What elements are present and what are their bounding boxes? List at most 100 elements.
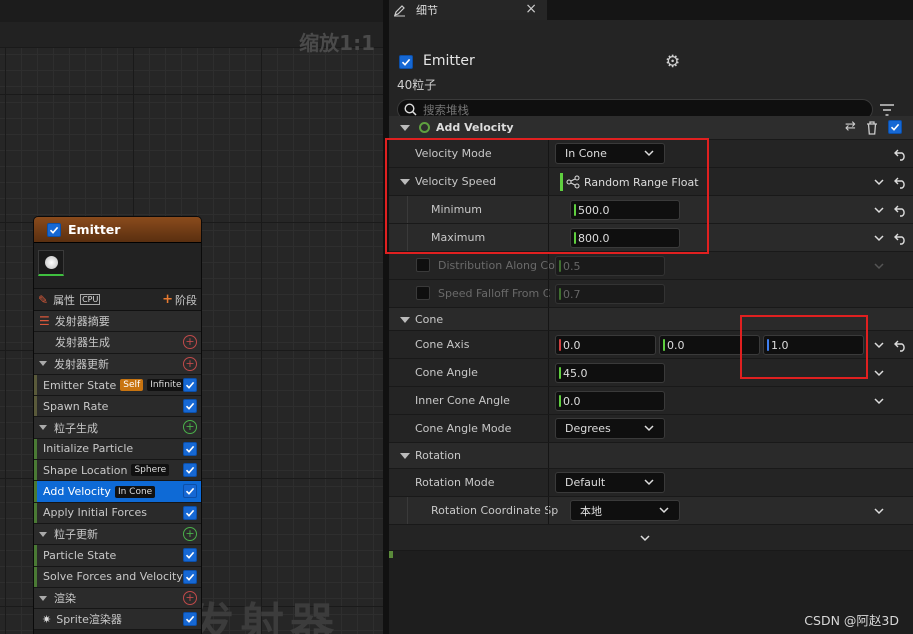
search-input[interactable]: [423, 102, 823, 117]
module-enable-checkbox[interactable]: [183, 377, 197, 392]
column-divider[interactable]: [548, 224, 549, 251]
module-enabled-checkbox[interactable]: [888, 120, 902, 134]
column-divider[interactable]: [548, 168, 549, 195]
chevron-down-icon[interactable]: [873, 232, 885, 244]
cone-axis-z-input[interactable]: 1.0: [763, 335, 864, 355]
column-divider[interactable]: [548, 387, 549, 414]
column-divider[interactable]: [548, 331, 549, 358]
collapse-arrow-icon[interactable]: [400, 179, 410, 185]
column-divider[interactable]: [548, 140, 549, 167]
column-divider[interactable]: [548, 359, 549, 386]
add-stage-plus-icon[interactable]: +: [162, 292, 173, 307]
category-cone[interactable]: Cone: [389, 308, 913, 331]
module-initialize-particle[interactable]: Initialize Particle: [34, 438, 201, 461]
module-enable-checkbox[interactable]: [183, 441, 197, 456]
gear-icon[interactable]: ⚙: [665, 52, 680, 72]
column-divider[interactable]: [548, 308, 549, 330]
column-divider[interactable]: [548, 196, 549, 223]
emitter-enable-checkbox[interactable]: [47, 222, 61, 237]
collapse-arrow-icon[interactable]: [400, 125, 410, 131]
stage-label[interactable]: 阶段: [175, 292, 197, 308]
chevron-down-icon[interactable]: [873, 505, 885, 517]
module-apply-initial-forces[interactable]: Apply Initial Forces: [34, 502, 201, 524]
module-enable-checkbox[interactable]: [183, 548, 197, 563]
emitter-node[interactable]: Emitter ✎ 属性 CPU + 阶段 ☰ 发射器摘要 发射器生成 + 发射…: [33, 216, 202, 634]
module-enable-checkbox[interactable]: [183, 569, 197, 584]
module-add-velocity[interactable]: Add Velocity In Cone: [34, 481, 201, 503]
dynamic-input-selector[interactable]: Random Range Float: [560, 172, 699, 192]
emitter-thumbnail[interactable]: [38, 250, 64, 276]
cone-axis-y-input[interactable]: 0.0: [659, 335, 760, 355]
column-divider[interactable]: [548, 252, 549, 279]
rotation-mode-dropdown[interactable]: Default: [555, 472, 665, 493]
distribution-input[interactable]: 0.5: [555, 256, 665, 276]
reset-to-default-icon[interactable]: [894, 232, 907, 245]
module-spawn-rate[interactable]: Spawn Rate: [34, 396, 201, 418]
emitter-update-section[interactable]: 发射器更新 +: [34, 353, 201, 375]
collapse-arrow-icon[interactable]: [39, 531, 47, 537]
column-divider[interactable]: [548, 280, 549, 307]
emitter-enabled-checkbox[interactable]: [399, 55, 413, 69]
cone-axis-x-input[interactable]: 0.0: [555, 335, 656, 355]
module-enable-checkbox[interactable]: [183, 399, 197, 414]
collapse-arrow-icon[interactable]: [39, 361, 47, 367]
chevron-down-icon[interactable]: [873, 260, 885, 272]
module-solve-forces[interactable]: Solve Forces and Velocity: [34, 566, 201, 588]
emitter-summary-row[interactable]: ☰ 发射器摘要: [34, 311, 201, 333]
shuffle-icon[interactable]: ⇄: [845, 119, 856, 134]
chevron-down-icon[interactable]: [873, 367, 885, 379]
particle-spawn-section[interactable]: 粒子生成 +: [34, 417, 201, 439]
node-graph[interactable]: 缩放1:1 发射器 Emitter ✎ 属性 CPU + 阶段 ☰ 发射器摘要: [0, 0, 383, 634]
module-enable-checkbox[interactable]: [183, 484, 197, 499]
speed-falloff-input[interactable]: 0.7: [555, 284, 665, 304]
renderer-enable-checkbox[interactable]: [183, 612, 197, 627]
module-particle-state[interactable]: Particle State: [34, 545, 201, 567]
module-enable-checkbox[interactable]: [183, 505, 197, 520]
collapse-arrow-icon[interactable]: [400, 453, 410, 459]
tab-details[interactable]: 细节 ×: [389, 0, 547, 20]
collapse-arrow-icon[interactable]: [400, 317, 410, 323]
show-advanced-row[interactable]: [389, 525, 913, 551]
inner-cone-angle-input[interactable]: 0.0: [555, 391, 665, 411]
cone-angle-input[interactable]: 45.0: [555, 363, 665, 383]
trash-icon[interactable]: [866, 121, 878, 135]
reset-to-default-icon[interactable]: [894, 176, 907, 189]
emitter-node-header[interactable]: Emitter: [34, 217, 201, 243]
maximum-input[interactable]: 800.0: [570, 228, 680, 248]
column-divider[interactable]: [548, 415, 549, 442]
chevron-down-icon[interactable]: [873, 339, 885, 351]
module-emitter-state[interactable]: Emitter State Self Infinite: [34, 374, 201, 397]
chevron-down-icon[interactable]: [873, 204, 885, 216]
properties-label[interactable]: 属性: [53, 292, 75, 308]
minimum-input[interactable]: 500.0: [570, 200, 680, 220]
cone-angle-mode-dropdown[interactable]: Degrees: [555, 418, 665, 439]
chevron-down-icon[interactable]: [873, 176, 885, 188]
add-module-plus-icon[interactable]: +: [183, 356, 197, 371]
reset-to-default-icon[interactable]: [894, 204, 907, 217]
collapse-arrow-icon[interactable]: [39, 425, 47, 431]
override-checkbox[interactable]: [416, 286, 430, 300]
column-divider[interactable]: [548, 497, 549, 524]
override-checkbox[interactable]: [416, 258, 430, 272]
module-enable-checkbox[interactable]: [183, 463, 197, 478]
collapse-arrow-icon[interactable]: [39, 595, 47, 601]
add-renderer-plus-icon[interactable]: +: [183, 590, 197, 605]
reset-to-default-icon[interactable]: [894, 148, 907, 161]
renderer-sprite[interactable]: ✷ Sprite渲染器: [34, 609, 201, 631]
category-rotation[interactable]: Rotation: [389, 443, 913, 469]
module-shape-location[interactable]: Shape Location Sphere: [34, 460, 201, 482]
chevron-down-icon[interactable]: [873, 395, 885, 407]
velocity-mode-dropdown[interactable]: In Cone: [555, 143, 665, 164]
module-header-add-velocity[interactable]: Add Velocity ⇄: [389, 116, 913, 140]
filter-icon[interactable]: [879, 103, 895, 117]
reset-to-default-icon[interactable]: [894, 339, 907, 352]
add-module-plus-icon[interactable]: +: [183, 420, 197, 435]
pencil-icon[interactable]: ✎: [38, 293, 48, 307]
rotation-coordinate-dropdown[interactable]: 本地: [570, 500, 680, 521]
column-divider[interactable]: [548, 443, 549, 468]
add-module-plus-icon[interactable]: +: [183, 526, 197, 541]
render-section[interactable]: 渲染 +: [34, 587, 201, 610]
particle-update-section[interactable]: 粒子更新 +: [34, 523, 201, 546]
column-divider[interactable]: [548, 469, 549, 496]
chevron-down-icon[interactable]: [640, 533, 650, 543]
